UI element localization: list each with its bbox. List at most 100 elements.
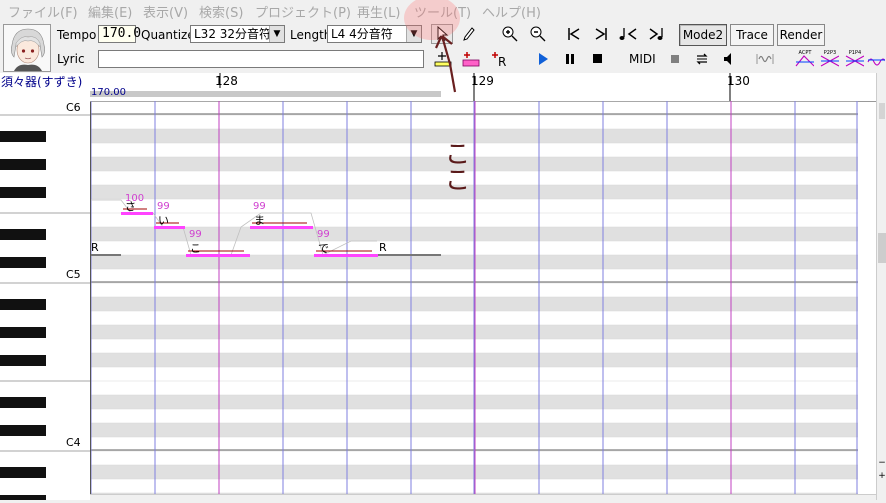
note-lyric: い xyxy=(158,214,169,227)
key-label-c5: C5 xyxy=(66,268,81,281)
zoom-out-button[interactable] xyxy=(527,24,549,44)
measure-129: 129 xyxy=(471,74,494,88)
stop-button[interactable] xyxy=(586,49,608,69)
note-lyric: で xyxy=(318,242,329,255)
pointer-tool-button[interactable] xyxy=(431,24,453,44)
tempo-input[interactable]: 170.0 xyxy=(98,25,141,43)
acpt-label: ACPT xyxy=(799,50,813,56)
tempo-marker: 170.00 xyxy=(91,87,126,98)
black-key xyxy=(0,131,46,142)
next-note-button[interactable] xyxy=(646,24,668,44)
measure-130: 130 xyxy=(727,74,750,88)
mode2-button[interactable]: Mode2 xyxy=(679,24,727,46)
acpt-button[interactable]: ACPT xyxy=(793,48,815,68)
note-lyric: こ xyxy=(190,242,201,255)
midi-label: MIDI xyxy=(629,52,656,66)
black-key xyxy=(0,299,46,310)
insert-note-button[interactable] xyxy=(432,49,454,69)
skip-forward-icon xyxy=(595,28,607,40)
insert-rest-button[interactable]: R xyxy=(488,49,510,69)
play-button[interactable] xyxy=(532,49,554,69)
chevron-down-icon: ▼ xyxy=(269,26,284,42)
lyric-label: Lyric xyxy=(57,52,85,66)
menu-edit[interactable]: 編集(E) xyxy=(88,2,132,21)
zoom-minus-icon[interactable]: − xyxy=(877,458,886,468)
vibrato-icon xyxy=(756,54,774,64)
add-pink-note-button[interactable] xyxy=(460,49,482,69)
p1p4-button[interactable]: P1P4 xyxy=(843,48,865,68)
quantize-value: L32 32分音符 xyxy=(194,27,272,41)
key-label-c4: C4 xyxy=(66,436,81,449)
skip-back-icon xyxy=(568,28,580,40)
pencil-icon xyxy=(463,27,475,41)
measure-ruler[interactable]: 128 129 130 170.00 xyxy=(90,73,876,102)
menu-bar: ファイル(F) 編集(E) 表示(V) 検索(S) プロジェクト(P) 再生(L… xyxy=(0,0,886,21)
play-icon xyxy=(539,53,548,65)
length-label: Length xyxy=(290,28,332,42)
black-key xyxy=(0,467,46,478)
pause-button[interactable] xyxy=(559,49,581,69)
speaker-button[interactable] xyxy=(718,49,740,69)
black-key xyxy=(0,327,46,338)
arrow-pointer-icon xyxy=(437,26,449,42)
vibrato-button[interactable] xyxy=(754,49,776,69)
p2p3-label: P2P3 xyxy=(824,50,836,56)
quantize-select[interactable]: L32 32分音符 ▼ xyxy=(190,25,285,43)
note-lyric: ま xyxy=(254,214,265,227)
menu-play[interactable]: 再生(L) xyxy=(357,2,400,21)
pencil-tool-button[interactable] xyxy=(458,24,480,44)
lyric-input[interactable] xyxy=(98,50,424,68)
rest-label: R xyxy=(379,241,387,254)
menu-view[interactable]: 表示(V) xyxy=(143,2,188,21)
stop-icon xyxy=(593,54,602,63)
render-button[interactable]: Render xyxy=(777,24,825,46)
quantize-label: Quantize xyxy=(141,28,195,42)
menu-search[interactable]: 検索(S) xyxy=(199,2,243,21)
vertical-scroll-thumb[interactable] xyxy=(878,233,886,263)
midi-step-button[interactable] xyxy=(691,49,713,69)
tempo-label: Tempo xyxy=(57,28,97,42)
note-insert-icon xyxy=(434,52,452,67)
prev-note-button[interactable] xyxy=(617,24,639,44)
zoom-plus-icon[interactable]: + xyxy=(877,471,886,481)
key-label-c6: C6 xyxy=(66,101,81,114)
piano-keyboard[interactable]: C6 C5 C4 xyxy=(0,73,91,503)
vertical-scrollbar[interactable]: − + xyxy=(876,73,886,500)
note-grid[interactable]: R R さ 100 い 99 こ 99 ま 99 で 99 xyxy=(91,101,858,500)
p2p3-icon: P2P3 xyxy=(820,50,839,67)
black-key xyxy=(0,257,46,268)
menu-help[interactable]: ヘルプ(H) xyxy=(482,2,541,21)
note-velocity: 99 xyxy=(157,201,170,212)
p2p3-button[interactable]: P2P3 xyxy=(818,48,840,68)
note-back-icon xyxy=(619,28,637,40)
acpt-icon: ACPT xyxy=(795,50,814,67)
rest-insert-icon: R xyxy=(492,52,506,67)
black-key xyxy=(0,229,46,240)
black-key xyxy=(0,187,46,198)
trace-button[interactable]: Trace xyxy=(730,24,774,46)
menu-project[interactable]: プロジェクト(P) xyxy=(255,2,351,21)
grid-canvas[interactable]: R Rさ100い99こ99ま99で99 xyxy=(91,101,858,500)
note-velocity: 99 xyxy=(189,229,202,240)
p1p4-icon: P1P4 xyxy=(845,50,864,67)
wave-button[interactable] xyxy=(866,48,886,68)
pause-icon xyxy=(566,54,574,64)
black-key xyxy=(0,159,46,170)
menu-tools[interactable]: ツール(T) xyxy=(414,2,471,21)
record-stop-icon xyxy=(671,55,679,63)
length-select[interactable]: L4 4分音符 ▼ xyxy=(327,25,422,43)
zoom-in-button[interactable] xyxy=(499,24,521,44)
piano-roll-editor[interactable]: C6 C5 C4 須々器(すずき) 128 129 130 170.00 RRさ… xyxy=(0,73,886,503)
menu-file[interactable]: ファイル(F) xyxy=(8,2,78,21)
midi-record-button[interactable] xyxy=(664,49,686,69)
scroll-thumb[interactable] xyxy=(879,103,885,119)
black-key xyxy=(0,397,46,408)
goto-start-button[interactable] xyxy=(563,24,585,44)
wave-icon xyxy=(867,58,885,66)
p1p4-label: P1P4 xyxy=(849,50,861,56)
note-velocity: 100 xyxy=(125,193,144,204)
goto-end-button[interactable] xyxy=(590,24,612,44)
note-velocity: 99 xyxy=(253,201,266,212)
svg-text:R: R xyxy=(498,55,506,67)
track-name[interactable]: 須々器(すずき) xyxy=(1,73,90,101)
